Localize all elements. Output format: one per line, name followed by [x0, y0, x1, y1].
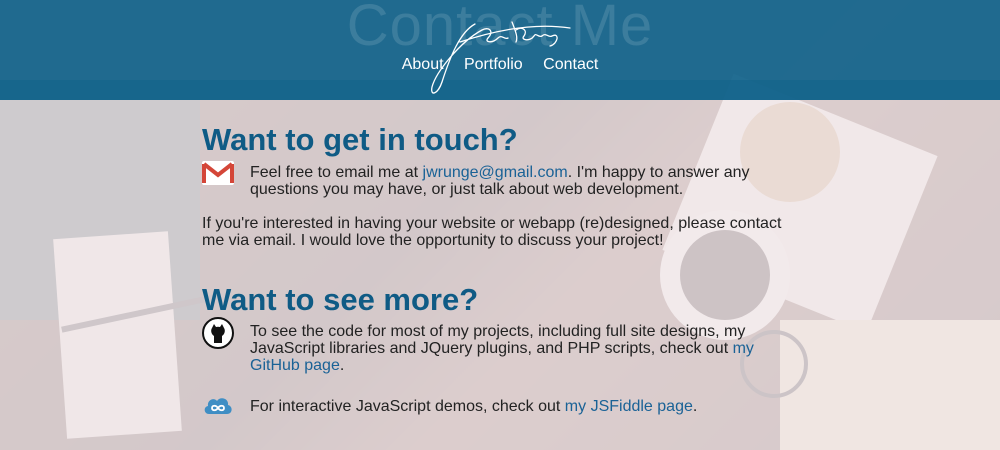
signature-logo: [431, 21, 571, 94]
main-nav: About Portfolio Contact: [0, 56, 1000, 74]
jsfiddle-cloud-icon: [204, 398, 232, 414]
github-section: To see the code for most of my projects,…: [202, 317, 782, 374]
more-heading: Want to see more?: [202, 282, 479, 317]
nav-contact[interactable]: Contact: [543, 56, 598, 73]
main-content: Want to get in touch? Feel free to email…: [202, 122, 782, 415]
jsfiddle-section: For interactive JavaScript demos, check …: [202, 398, 782, 415]
nav-portfolio[interactable]: Portfolio: [464, 56, 523, 73]
jsfiddle-paragraph: For interactive JavaScript demos, check …: [250, 398, 698, 415]
github-paragraph: To see the code for most of my projects,…: [250, 323, 754, 374]
jsfiddle-link[interactable]: my JSFiddle page: [565, 398, 693, 415]
site-header: Contact Me About Portfolio Contact: [0, 0, 1000, 100]
email-paragraph: Feel free to email me at jwrunge@gmail.c…: [250, 164, 750, 198]
nav-about[interactable]: About: [402, 56, 444, 73]
github-icon: [202, 317, 234, 349]
redesign-paragraph: If you're interested in having your webs…: [202, 215, 782, 249]
gmail-icon: [202, 161, 234, 185]
contact-heading: Want to get in touch?: [202, 122, 518, 157]
email-link[interactable]: jwrunge@gmail.com: [423, 164, 568, 181]
email-section: Feel free to email me at jwrunge@gmail.c…: [202, 161, 782, 198]
